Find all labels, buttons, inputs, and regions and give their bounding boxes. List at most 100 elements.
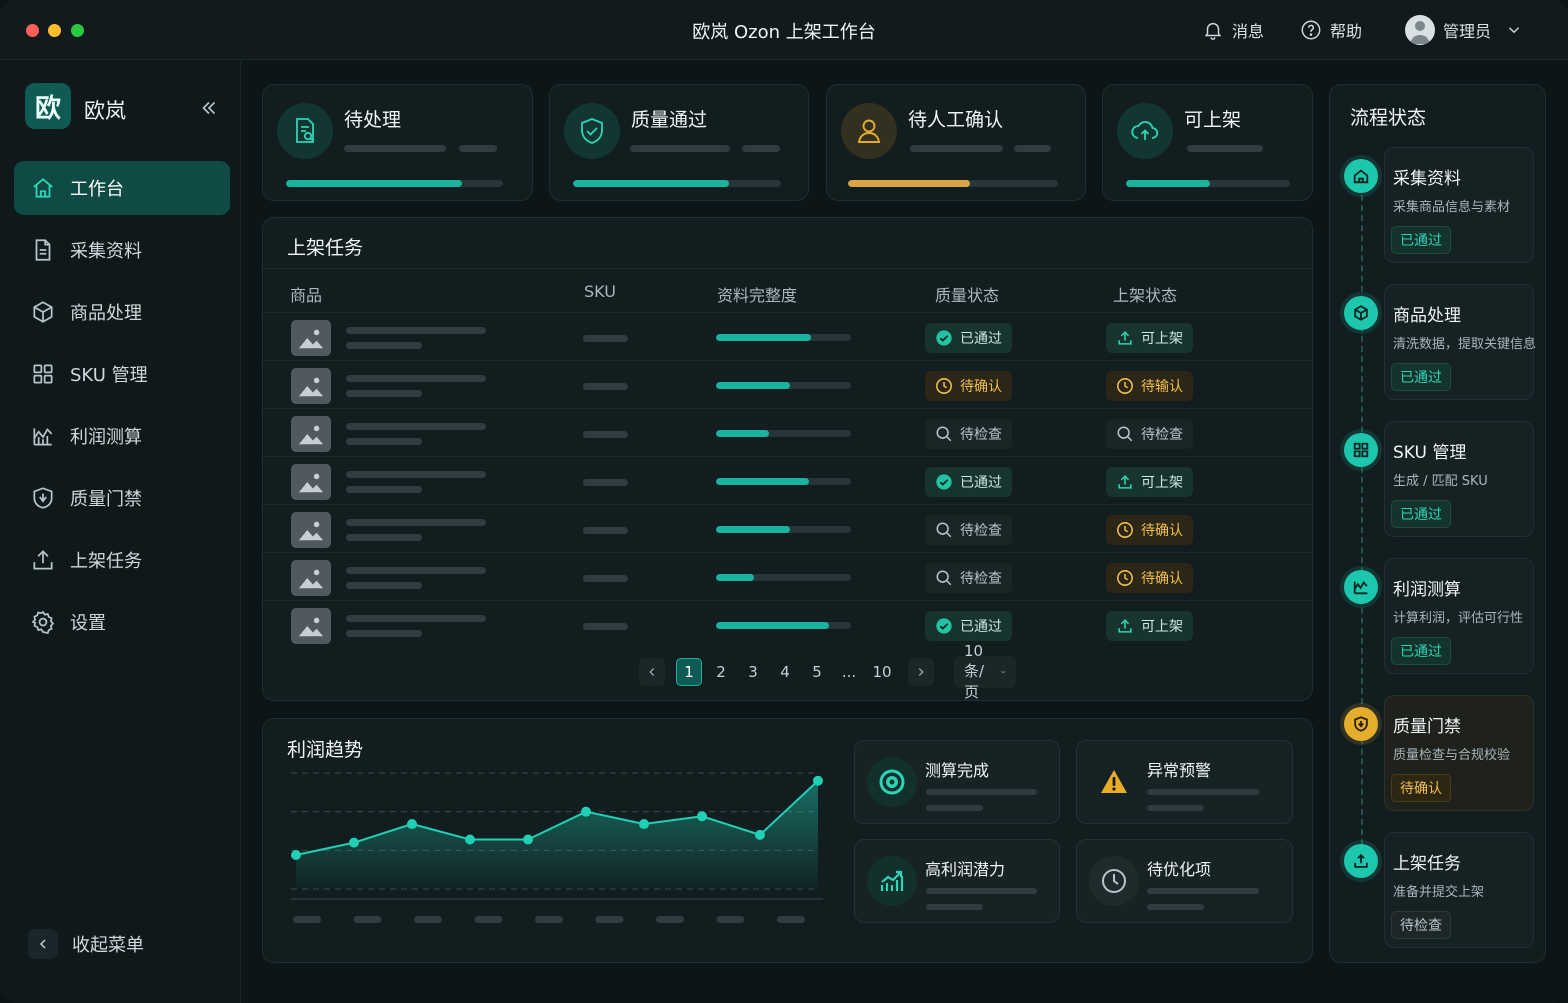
collapse-menu-button[interactable]: 收起菜单: [28, 929, 144, 959]
table-row[interactable]: 已通过 可上架: [263, 600, 1313, 648]
page-button-4[interactable]: 4: [772, 658, 798, 686]
messages-label: 消息: [1232, 22, 1265, 41]
completeness-bar: [716, 334, 851, 341]
x-tick-placeholder: [293, 916, 321, 923]
product-name-placeholder: [346, 519, 486, 526]
grid-icon: [1353, 442, 1369, 458]
sidebar-item-label: 上架任务: [70, 551, 142, 572]
x-tick-placeholder: [353, 916, 382, 923]
check-circle-icon: [936, 330, 952, 346]
clock-icon: [936, 378, 952, 394]
page-button-5[interactable]: 5: [804, 658, 830, 686]
quality-status-badge: 已通过: [925, 467, 1012, 497]
per-page-select[interactable]: 10 条/页: [954, 642, 1017, 701]
stat-title: 质量通过: [631, 109, 708, 131]
product-thumbnail: [291, 464, 331, 500]
stat-card-quality-passed[interactable]: 质量通过: [549, 84, 809, 201]
mini-card-high-profit[interactable]: 高利润潜力: [854, 839, 1060, 923]
product-name-placeholder: [346, 423, 486, 430]
cloud-upload-icon: [1131, 121, 1159, 140]
stat-placeholder: [910, 145, 1003, 152]
sidebar-item-settings[interactable]: 设置: [14, 595, 230, 649]
product-name-placeholder: [346, 567, 486, 574]
upload-icon: [33, 550, 53, 570]
flow-step-title: SKU 管理: [1393, 443, 1467, 463]
user-name: 管理员: [1443, 22, 1492, 41]
table-row[interactable]: 待检查 待确认: [263, 504, 1313, 552]
flow-step[interactable]: 质量门禁 质量检查与合规校验 待确认: [1384, 695, 1534, 811]
table-row[interactable]: 待检查 待确认: [263, 552, 1313, 600]
help-button[interactable]: 帮助: [1300, 18, 1362, 42]
sidebar-item-label: 采集资料: [70, 241, 142, 262]
shield-check-icon: [581, 118, 603, 144]
page-button-3[interactable]: 3: [740, 658, 766, 686]
mini-placeholder: [1147, 789, 1259, 795]
flow-step-title: 质量门禁: [1393, 717, 1461, 737]
next-page-button[interactable]: [908, 658, 934, 686]
col-header-listing: 上架状态: [1113, 286, 1178, 305]
collapse-sidebar-icon[interactable]: [198, 97, 220, 119]
sidebar-item-listing[interactable]: 上架任务: [14, 533, 230, 587]
mini-card-to-optimize[interactable]: 待优化项: [1076, 839, 1293, 923]
table-row[interactable]: 待检查 待检查: [263, 408, 1313, 456]
mini-card-anomaly-warning[interactable]: 异常预警: [1076, 740, 1293, 824]
completeness-bar: [716, 382, 851, 389]
flow-step[interactable]: 采集资料 采集商品信息与素材 已通过: [1384, 147, 1534, 263]
mini-icon-wrap: [1089, 757, 1139, 807]
flow-step[interactable]: 上架任务 准备并提交上架 待检查: [1384, 832, 1534, 948]
profit-area: [296, 780, 818, 889]
page-button-1[interactable]: 1: [676, 658, 702, 686]
user-menu[interactable]: 管理员: [1405, 15, 1523, 45]
title-bar: 欧岚 Ozon 上架工作台 消息 帮助 管理员: [0, 0, 1568, 60]
sidebar-item-quality[interactable]: 质量门禁: [14, 471, 230, 525]
search-icon: [936, 570, 952, 586]
quality-status-label: 已通过: [960, 475, 1002, 491]
sku-placeholder: [583, 431, 628, 438]
prev-page-button[interactable]: [639, 658, 665, 686]
sidebar-item-products[interactable]: 商品处理: [14, 285, 230, 339]
stat-card-ready[interactable]: 可上架: [1102, 84, 1313, 201]
search-icon: [1117, 426, 1133, 442]
flow-step[interactable]: SKU 管理 生成 / 匹配 SKU 已通过: [1384, 421, 1534, 537]
stat-placeholder: [742, 145, 780, 152]
product-sub-placeholder: [346, 390, 422, 397]
page-button-10[interactable]: 10: [869, 658, 895, 686]
product-thumbnail: [291, 560, 331, 596]
quality-status-label: 已通过: [960, 619, 1002, 635]
section-title: 利润趋势: [287, 739, 364, 761]
mini-placeholder: [926, 888, 1037, 894]
sidebar-item-label: 工作台: [70, 179, 124, 200]
document-search-icon: [296, 118, 314, 143]
flow-step-status: 已通过: [1391, 500, 1451, 528]
flow-step[interactable]: 商品处理 清洗数据，提取关键信息 已通过: [1384, 284, 1536, 400]
mini-placeholder: [926, 789, 1037, 795]
listing-status-badge: 可上架: [1106, 611, 1193, 641]
stat-progress: [1126, 180, 1290, 187]
product-sub-placeholder: [346, 630, 422, 637]
flow-step-status: 待确认: [1391, 774, 1451, 802]
flow-step-desc: 计算利润，评估可行性: [1393, 611, 1524, 626]
sidebar-item-profit[interactable]: 利润测算: [14, 409, 230, 463]
sidebar-item-collect[interactable]: 采集资料: [14, 223, 230, 277]
flow-step[interactable]: 利润测算 计算利润，评估可行性 已通过: [1384, 558, 1534, 674]
profit-trend-panel: 利润趋势 测算完成 异常预警 高利润潜力 待优化项: [262, 718, 1313, 963]
mini-card-calc-done[interactable]: 测算完成: [854, 740, 1060, 824]
listing-tasks-panel: 上架任务 商品 SKU 资料完整度 质量状态 上架状态 已通过 可上架 待确认 待输认…: [262, 217, 1313, 701]
listing-status-label: 可上架: [1141, 619, 1183, 635]
table-row[interactable]: 已通过 可上架: [263, 312, 1313, 360]
x-tick-placeholder: [474, 916, 503, 923]
stat-card-manual-confirm[interactable]: 待人工确认: [826, 84, 1086, 201]
upload-icon: [1354, 853, 1368, 868]
table-row[interactable]: 待确认 待输认: [263, 360, 1313, 408]
sidebar-item-workbench[interactable]: 工作台: [14, 161, 230, 215]
table-row[interactable]: 已通过 可上架: [263, 456, 1313, 504]
completeness-bar: [716, 430, 851, 437]
stat-card-pending[interactable]: 待处理: [262, 84, 533, 201]
sidebar-item-label: 质量门禁: [70, 489, 142, 510]
stat-icon-wrap: [277, 103, 333, 159]
profit-point: [523, 834, 533, 845]
messages-button[interactable]: 消息: [1202, 18, 1264, 42]
page-button-2[interactable]: 2: [708, 658, 734, 686]
sidebar-item-sku[interactable]: SKU 管理: [14, 347, 230, 401]
stat-placeholder: [630, 145, 730, 152]
